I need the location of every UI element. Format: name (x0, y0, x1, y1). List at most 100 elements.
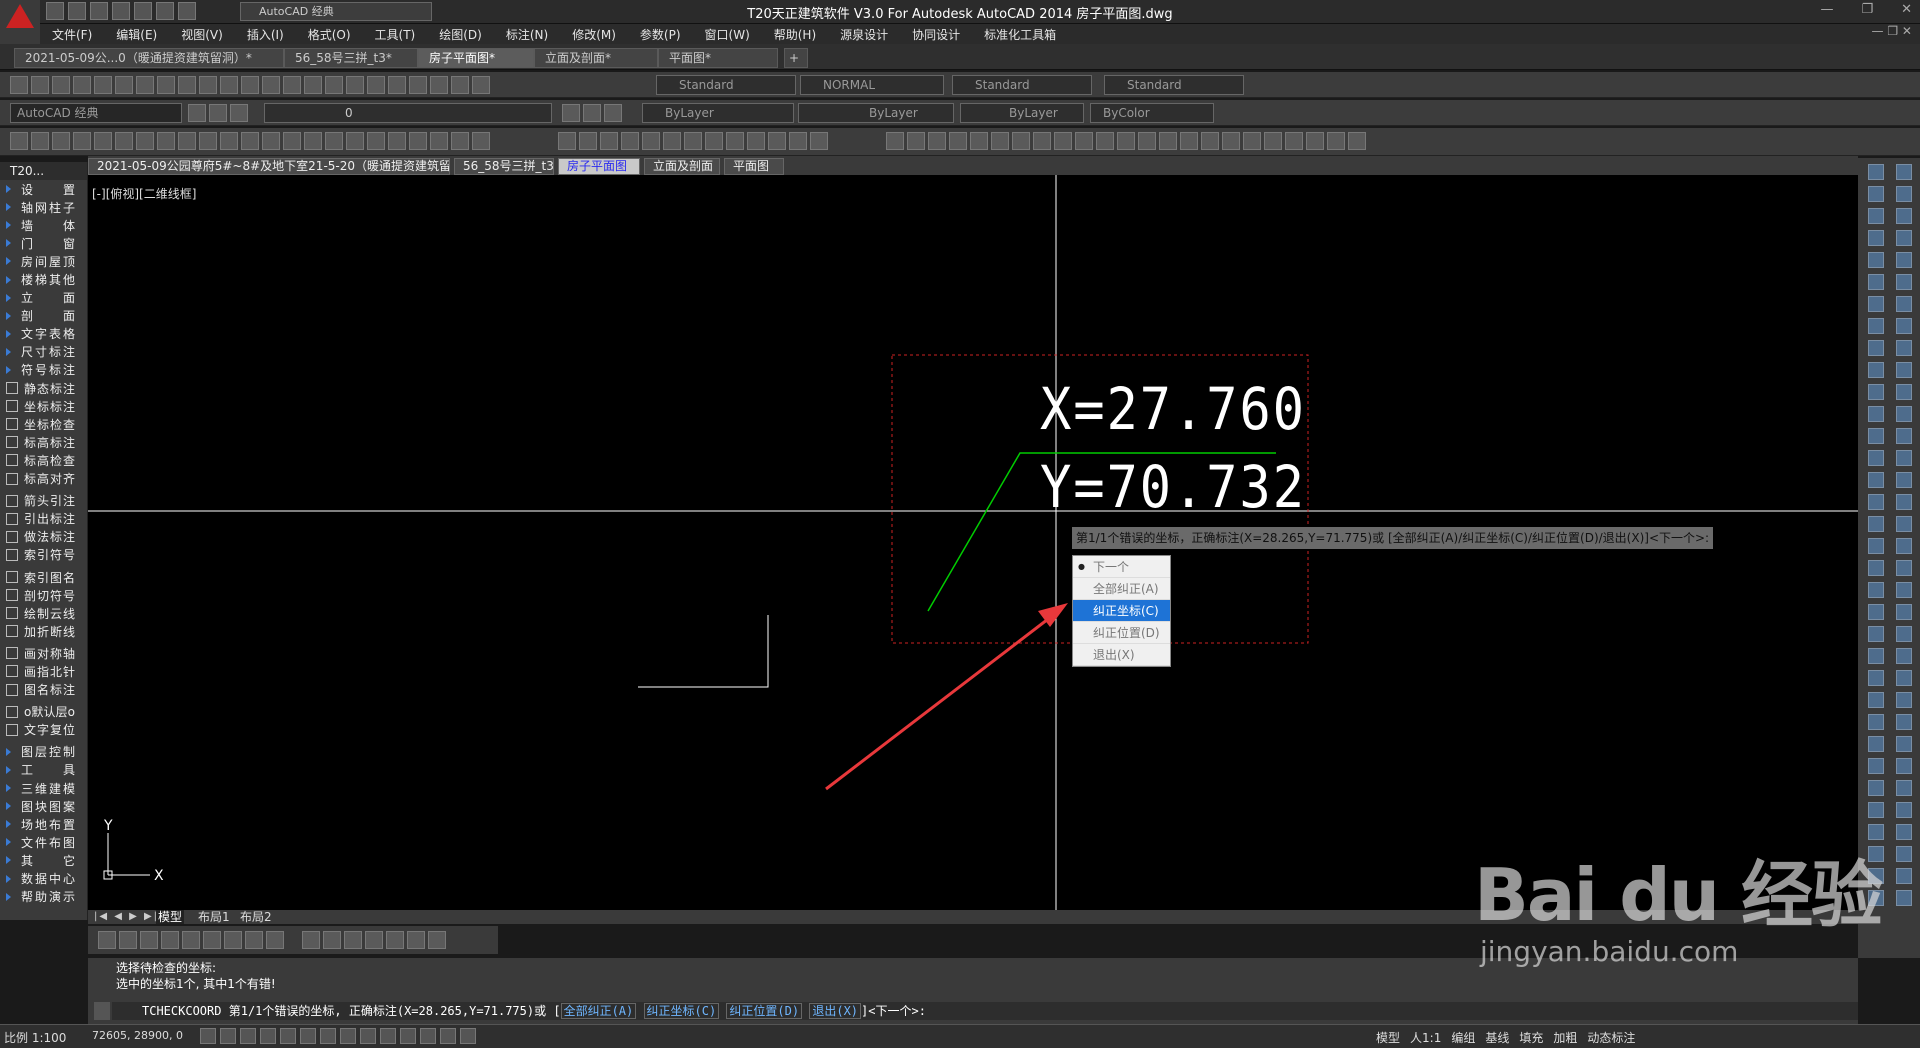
door-blue-icon[interactable] (1159, 132, 1177, 150)
panel-item[interactable]: 符号标注 (0, 361, 87, 379)
tool-icon[interactable] (1896, 362, 1912, 378)
frame-icon[interactable] (430, 132, 448, 150)
snap-icon[interactable] (220, 1028, 236, 1044)
doc-tab-1[interactable]: 2021-05-09公...0（暖通提资建筑留洞）* (14, 48, 284, 68)
cmd-option-correct-position[interactable]: 纠正位置(D) (726, 1003, 803, 1019)
new-tab-button[interactable]: + (784, 48, 808, 68)
panel-item[interactable]: 设 置 (0, 180, 87, 198)
publish-icon[interactable] (115, 76, 133, 94)
tool-icon[interactable] (1896, 494, 1912, 510)
grid-icon[interactable] (52, 132, 70, 150)
wall-icon[interactable] (115, 132, 133, 150)
eye-icon[interactable] (409, 132, 427, 150)
brush-icon[interactable] (472, 132, 490, 150)
tool-icon[interactable] (1868, 648, 1884, 664)
fix-text-icon[interactable] (266, 931, 284, 949)
panel-item[interactable]: 其 它 (0, 851, 87, 869)
drawing-tab-3[interactable]: 房子平面图 (558, 158, 640, 175)
tool-icon[interactable] (1868, 670, 1884, 686)
properties-icon[interactable] (98, 931, 116, 949)
dim-style-select[interactable]: NORMAL (800, 75, 944, 95)
save-icon[interactable] (52, 76, 70, 94)
window-icon[interactable] (157, 132, 175, 150)
tool-icon[interactable] (1896, 670, 1912, 686)
tree-icon[interactable] (1243, 132, 1261, 150)
layer-match-icon[interactable] (583, 104, 601, 122)
panel-item[interactable]: 帮助演示 (0, 888, 87, 906)
tool-icon[interactable] (1868, 560, 1884, 576)
box-icon[interactable] (428, 931, 446, 949)
plotstyle-select[interactable]: ByColor (1090, 103, 1214, 123)
lwt-icon[interactable] (400, 1028, 416, 1044)
tool-icon[interactable] (1896, 384, 1912, 400)
panel-item[interactable]: 三维建模 (0, 779, 87, 797)
menu-edit[interactable]: 编辑(E) (104, 26, 169, 43)
properties-icon[interactable] (346, 76, 364, 94)
restore-icon[interactable]: ❐ (1861, 2, 1873, 17)
panel-item[interactable]: 标高标注 (0, 433, 87, 451)
panel-item[interactable]: 轴网柱子 (0, 198, 87, 216)
text-icon[interactable] (199, 132, 217, 150)
paste-icon[interactable] (178, 76, 196, 94)
order-icon[interactable] (726, 132, 744, 150)
panel-item[interactable]: 索引符号 (0, 546, 87, 564)
qp-icon[interactable] (440, 1028, 456, 1044)
crosshair-icon[interactable] (1327, 132, 1345, 150)
mleader-style-select[interactable]: Standard (1104, 75, 1244, 95)
status-bold[interactable]: 加粗 (1553, 1029, 1577, 1046)
panel-item[interactable]: 墙 体 (0, 216, 87, 234)
panel-item[interactable]: 房间屋顶 (0, 252, 87, 270)
column-icon[interactable] (94, 132, 112, 150)
panel-icon[interactable] (1054, 132, 1072, 150)
app-logo[interactable] (0, 0, 40, 44)
layer-state-icon[interactable] (230, 104, 248, 122)
pencil-icon[interactable] (1180, 132, 1198, 150)
tool-icon[interactable] (1868, 296, 1884, 312)
tool-icon[interactable] (1868, 274, 1884, 290)
layer-manager-icon[interactable] (209, 104, 227, 122)
tool-icon[interactable] (1896, 406, 1912, 422)
tool-icon[interactable] (1896, 626, 1912, 642)
wrench-icon[interactable] (94, 1002, 110, 1020)
menu-window[interactable]: 窗口(W) (693, 26, 762, 43)
tool-icon[interactable] (1896, 230, 1912, 246)
panel-item[interactable]: 画对称轴 (0, 644, 87, 662)
menu-help[interactable]: 帮助(H) (762, 26, 828, 43)
arrow-icon[interactable] (1012, 132, 1030, 150)
pattern-icon[interactable] (810, 132, 828, 150)
panel-item[interactable]: 场地布置 (0, 815, 87, 833)
tool-icon[interactable] (1896, 890, 1912, 906)
section-icon[interactable] (283, 132, 301, 150)
stair-icon[interactable] (178, 132, 196, 150)
group-icon[interactable] (684, 132, 702, 150)
link-icon[interactable] (991, 132, 1009, 150)
offset-icon[interactable] (600, 132, 618, 150)
zoom-prev-icon[interactable] (325, 76, 343, 94)
tool-icon[interactable] (1868, 626, 1884, 642)
frame-red-icon[interactable] (1096, 132, 1114, 150)
insert-icon[interactable] (451, 132, 469, 150)
otrack-icon[interactable] (340, 1028, 356, 1044)
file-icon[interactable] (1201, 132, 1219, 150)
panel-item[interactable]: 文件布图 (0, 833, 87, 851)
text-a-icon[interactable] (1306, 132, 1324, 150)
status-fill[interactable]: 填充 (1519, 1029, 1543, 1046)
option-exit[interactable]: 退出(X) (1073, 644, 1170, 666)
undo-icon[interactable] (220, 76, 238, 94)
tool-icon[interactable] (1868, 186, 1884, 202)
menu-format[interactable]: 格式(O) (296, 26, 363, 43)
panel-item[interactable]: o默认层o (0, 703, 87, 721)
cmd-option-exit[interactable]: 退出(X) (809, 1003, 862, 1019)
preview-icon[interactable] (94, 76, 112, 94)
menu-file[interactable]: 文件(F) (40, 26, 104, 43)
close-icon[interactable]: ✕ (1901, 2, 1912, 17)
pan-icon[interactable] (262, 76, 280, 94)
tool-icon[interactable] (1896, 164, 1912, 180)
panel-item[interactable]: 尺寸标注 (0, 343, 87, 361)
tool-icon[interactable] (1896, 472, 1912, 488)
menu-yuanquan[interactable]: 源泉设计 (828, 26, 900, 43)
tool-icon[interactable] (1896, 868, 1912, 884)
eye-icon[interactable] (365, 931, 383, 949)
grid-icon[interactable] (240, 1028, 256, 1044)
tool-icon[interactable] (1868, 164, 1884, 180)
